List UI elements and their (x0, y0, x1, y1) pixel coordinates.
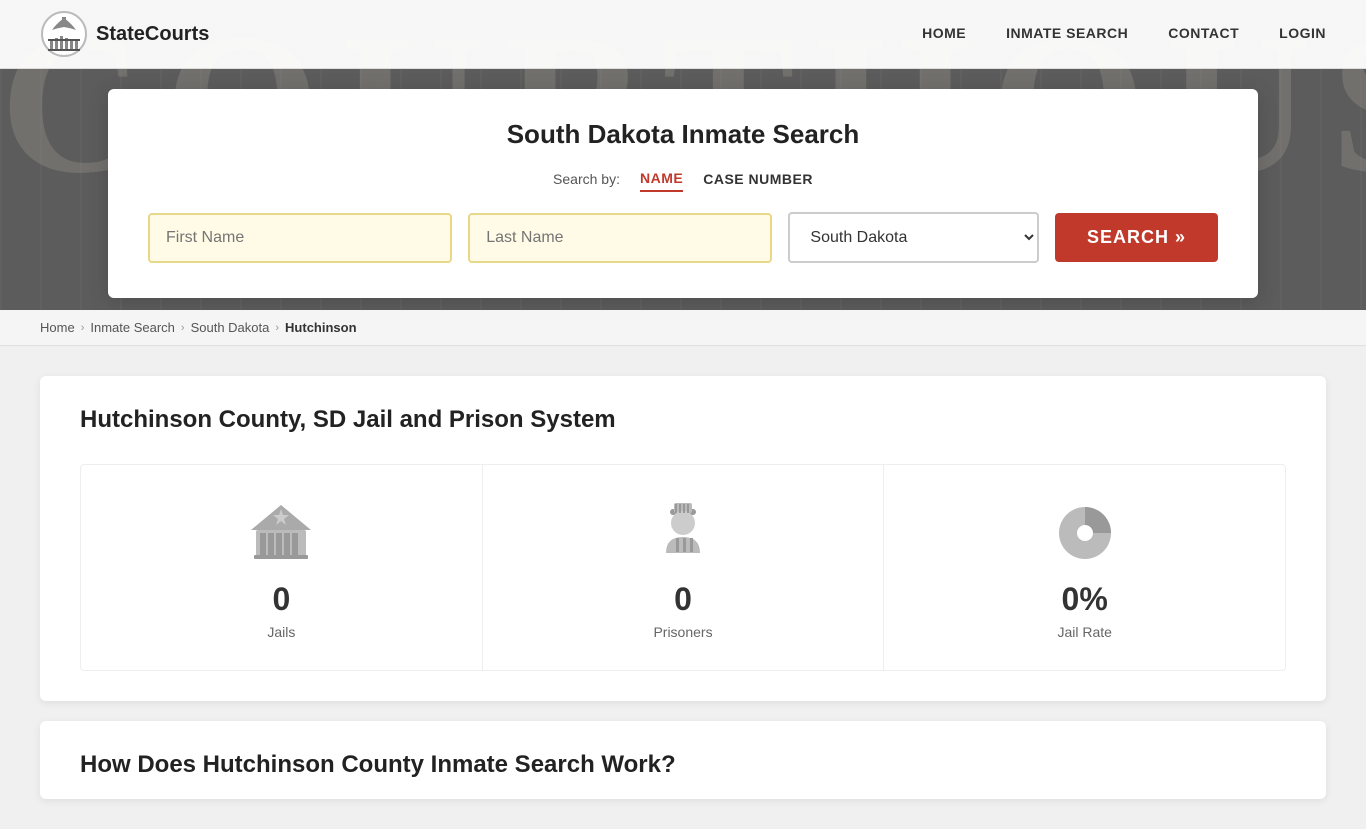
stat-jail-rate: 0% Jail Rate (884, 465, 1285, 670)
stats-row: 0 Jails (80, 464, 1286, 671)
jail-rate-label: Jail Rate (1057, 624, 1111, 640)
search-button[interactable]: SEARCH » (1055, 213, 1218, 262)
breadcrumb-sep-1: › (81, 322, 85, 334)
nav-login[interactable]: LOGIN (1279, 25, 1326, 41)
breadcrumb: Home › Inmate Search › South Dakota › Hu… (0, 310, 1366, 346)
nav-links: HOME INMATE SEARCH CONTACT LOGIN (922, 25, 1326, 43)
breadcrumb-sep-2: › (181, 322, 185, 334)
jail-rate-value: 0% (1062, 581, 1108, 618)
logo-icon (40, 10, 88, 58)
jails-icon (246, 495, 316, 565)
prisoners-value: 0 (674, 581, 692, 618)
last-name-input[interactable] (468, 213, 772, 263)
search-card-wrapper: South Dakota Inmate Search Search by: NA… (0, 69, 1366, 310)
jail-rate-icon (1050, 495, 1120, 565)
breadcrumb-sep-3: › (275, 322, 279, 334)
main-content: Hutchinson County, SD Jail and Prison Sy… (0, 346, 1366, 829)
nav-inmate-search[interactable]: INMATE SEARCH (1006, 25, 1128, 41)
state-select[interactable]: AlabamaAlaskaArizonaArkansasCaliforniaCo… (788, 212, 1039, 263)
second-card: How Does Hutchinson County Inmate Search… (40, 721, 1326, 799)
nav-contact[interactable]: CONTACT (1168, 25, 1239, 41)
tab-name[interactable]: NAME (640, 166, 683, 192)
jails-value: 0 (272, 581, 290, 618)
second-card-title: How Does Hutchinson County Inmate Search… (80, 751, 1286, 779)
breadcrumb-inmate-search[interactable]: Inmate Search (90, 320, 175, 335)
logo-area: StateCourts (40, 10, 922, 58)
nav-home[interactable]: HOME (922, 25, 966, 41)
tab-case-number[interactable]: CASE NUMBER (703, 167, 813, 191)
search-by-label: Search by: (553, 171, 620, 187)
breadcrumb-home[interactable]: Home (40, 320, 75, 335)
prisoners-icon (648, 495, 718, 565)
search-title: South Dakota Inmate Search (148, 119, 1218, 150)
site-name: StateCourts (96, 23, 209, 46)
stat-jails: 0 Jails (81, 465, 483, 670)
breadcrumb-current: Hutchinson (285, 320, 357, 335)
search-inputs-row: AlabamaAlaskaArizonaArkansasCaliforniaCo… (148, 212, 1218, 263)
first-name-input[interactable] (148, 213, 452, 263)
nav: StateCourts HOME INMATE SEARCH CONTACT L… (0, 0, 1366, 69)
search-card: South Dakota Inmate Search Search by: NA… (108, 89, 1258, 298)
breadcrumb-state[interactable]: South Dakota (191, 320, 270, 335)
stats-card: Hutchinson County, SD Jail and Prison Sy… (40, 376, 1326, 701)
prisoners-label: Prisoners (653, 624, 712, 640)
stat-prisoners: 0 Prisoners (483, 465, 885, 670)
jails-label: Jails (267, 624, 295, 640)
card-title: Hutchinson County, SD Jail and Prison Sy… (80, 406, 1286, 434)
search-by-row: Search by: NAME CASE NUMBER (148, 166, 1218, 192)
